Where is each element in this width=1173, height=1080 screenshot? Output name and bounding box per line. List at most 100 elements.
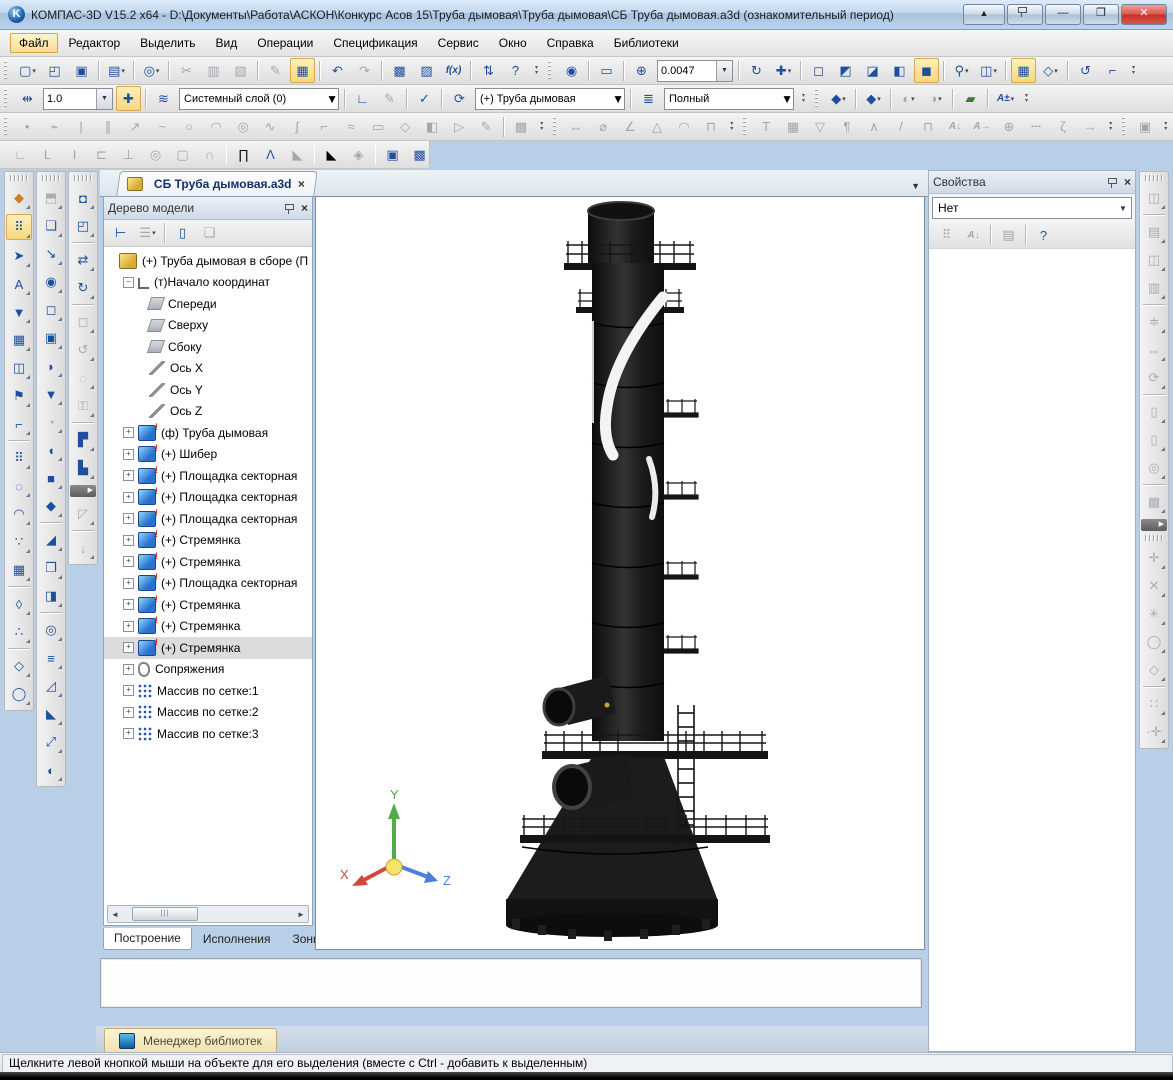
curve-icon[interactable]: ~: [150, 114, 175, 139]
rail-profile-icon[interactable]: ∏: [231, 142, 256, 167]
rotate-gray-icon[interactable]: ↺: [71, 338, 95, 362]
toolbar-overflow-icon[interactable]: ▾▾: [1161, 116, 1171, 138]
display-detail-combo[interactable]: Полный▼: [664, 88, 794, 110]
selection-filter-icon[interactable]: ➤: [7, 244, 31, 268]
tab-construction[interactable]: Построение: [103, 928, 192, 950]
table-icon[interactable]: ▦: [781, 114, 806, 139]
tree-item[interactable]: Ось Y: [104, 379, 312, 401]
sketch-book-icon[interactable]: ▯: [1142, 428, 1166, 452]
add-from-file-icon[interactable]: ◰: [71, 214, 95, 238]
cursor-step-input[interactable]: [44, 91, 96, 107]
detail-view-icon[interactable]: ▥: [1142, 276, 1166, 300]
measure-compass-icon[interactable]: A: [7, 272, 31, 296]
library-add-icon[interactable]: ▣: [380, 142, 405, 167]
draft-icon[interactable]: ◿: [39, 674, 63, 698]
save-icon[interactable]: ▣: [69, 58, 94, 83]
menu-операции[interactable]: Операции: [248, 33, 322, 53]
current-layer-combo[interactable]: Системный слой (0)▼: [179, 88, 339, 110]
view-arrow-icon[interactable]: A→: [970, 114, 995, 139]
insert-view-icon[interactable]: ▩: [509, 114, 534, 139]
redo-icon[interactable]: ↷: [352, 58, 377, 83]
thread-icon[interactable]: ≡: [39, 646, 63, 670]
cut-line-icon[interactable]: A↓: [943, 114, 968, 139]
orientation-icon[interactable]: ◇▾: [1038, 58, 1063, 83]
solid-tools-icon[interactable]: ◆▾: [861, 86, 886, 111]
toolbar-overflow-icon[interactable]: ▾▾: [1021, 88, 1032, 110]
fillet-icon[interactable]: ◆: [39, 494, 63, 518]
simplify-display-icon[interactable]: ⚲▾: [949, 58, 974, 83]
cursor-step-icon[interactable]: ⇹: [15, 86, 40, 111]
chamfer-icon[interactable]: ◢: [39, 528, 63, 552]
move-component-icon[interactable]: ⇄: [71, 248, 95, 272]
toolbar-grip[interactable]: [743, 117, 750, 137]
image-select-icon[interactable]: ▩: [1142, 490, 1166, 514]
expand-icon[interactable]: +: [123, 621, 134, 632]
close-button[interactable]: ✕: [1121, 4, 1167, 25]
fix-component-icon[interactable]: ⚿: [71, 394, 95, 418]
tree-item[interactable]: Ось X: [104, 358, 312, 380]
undo-icon[interactable]: ↶: [325, 58, 350, 83]
toolbar-grip[interactable]: [4, 117, 11, 137]
tree-item[interactable]: +(+) Стремянка: [104, 530, 312, 552]
toolbar-overflow-icon[interactable]: ▾▾: [1106, 116, 1116, 138]
expand-icon[interactable]: +: [123, 556, 134, 567]
array-grid-icon[interactable]: ⠿: [7, 446, 31, 470]
units-icon[interactable]: ⇅: [476, 58, 501, 83]
bezier-icon[interactable]: ʃ: [285, 114, 310, 139]
assoc-view-icon[interactable]: ◫: [1142, 186, 1166, 210]
props-grid-icon[interactable]: ⠿: [934, 223, 959, 248]
toolbar-grip[interactable]: [1145, 175, 1163, 181]
shift-views-icon[interactable]: ⇔: [1142, 338, 1166, 362]
polygon-icon[interactable]: ◇: [393, 114, 418, 139]
collapse-ribbon-button[interactable]: ▲: [963, 4, 1005, 25]
spline-icon[interactable]: ∿: [258, 114, 283, 139]
print-preview-icon[interactable]: ◎▾: [139, 58, 164, 83]
spiral-tool-icon[interactable]: ◯: [7, 682, 31, 706]
array-panel-icon[interactable]: ⠿: [6, 214, 32, 240]
expand-icon[interactable]: +: [123, 449, 134, 460]
toolbar-grip[interactable]: [4, 89, 11, 109]
rib-gray-icon[interactable]: ◔: [39, 410, 63, 434]
refresh-image-icon[interactable]: ↺: [1073, 58, 1098, 83]
expand-icon[interactable]: +: [123, 535, 134, 546]
extrude-icon[interactable]: ❏: [39, 214, 63, 238]
expand-icon[interactable]: +: [123, 707, 134, 718]
circular-gray-icon[interactable]: ◌: [71, 366, 95, 390]
auxiliary-line-icon[interactable]: ⌁: [42, 114, 67, 139]
tree-item[interactable]: Спереди: [104, 293, 312, 315]
zoom-in-icon[interactable]: ⊕: [629, 58, 654, 83]
circle-icon[interactable]: ○: [177, 114, 202, 139]
square-tube-profile-icon[interactable]: ▢: [170, 142, 195, 167]
tree-item[interactable]: +Массив по сетке:1: [104, 680, 312, 702]
properties-panel-icon[interactable]: ▦: [290, 58, 315, 83]
corner-tool-icon[interactable]: ⌐: [7, 412, 31, 436]
hidden-lines-mode-icon[interactable]: ◩: [833, 58, 858, 83]
collision-gray-icon[interactable]: ◸: [71, 502, 95, 526]
toolbar-overflow-icon[interactable]: ▾▾: [531, 60, 542, 82]
boss-icon[interactable]: ❒: [39, 556, 63, 580]
menu-редактор[interactable]: Редактор: [60, 33, 130, 53]
scroll-thumb[interactable]: |||: [132, 907, 198, 921]
tree-horizontal-scrollbar[interactable]: ◄ ||| ►: [107, 905, 309, 923]
expand-icon[interactable]: +: [123, 599, 134, 610]
window-list-button[interactable]: ▼: [911, 181, 920, 191]
projection-view-icon[interactable]: ◫: [1142, 248, 1166, 272]
chevron-down-icon[interactable]: ▼: [781, 92, 793, 106]
angle-dimension-icon[interactable]: ∠: [618, 114, 643, 139]
library-manager-icon[interactable]: ▨: [414, 58, 439, 83]
sweep-icon[interactable]: ↘: [39, 242, 63, 266]
i-beam-profile-icon[interactable]: I: [62, 142, 87, 167]
menu-выделить[interactable]: Выделить: [131, 33, 204, 53]
tree-item[interactable]: +Массив по сетке:3: [104, 723, 312, 745]
tree-item[interactable]: Ось Z: [104, 401, 312, 423]
tree-item[interactable]: +(+) Стремянка: [104, 616, 312, 638]
tree-item[interactable]: +(+) Площадка секторная: [104, 465, 312, 487]
toolbar-grip[interactable]: [10, 175, 28, 181]
change-component-icon[interactable]: ⟳: [447, 86, 472, 111]
toolbar-grip[interactable]: [1122, 117, 1129, 137]
marking-icon[interactable]: /: [889, 114, 914, 139]
tree-copy-report-icon[interactable]: ❏: [197, 221, 222, 246]
hatch-icon[interactable]: ◧: [420, 114, 445, 139]
snap-circle-icon[interactable]: ◯: [1142, 630, 1166, 654]
document-check-icon[interactable]: ✓: [412, 86, 437, 111]
